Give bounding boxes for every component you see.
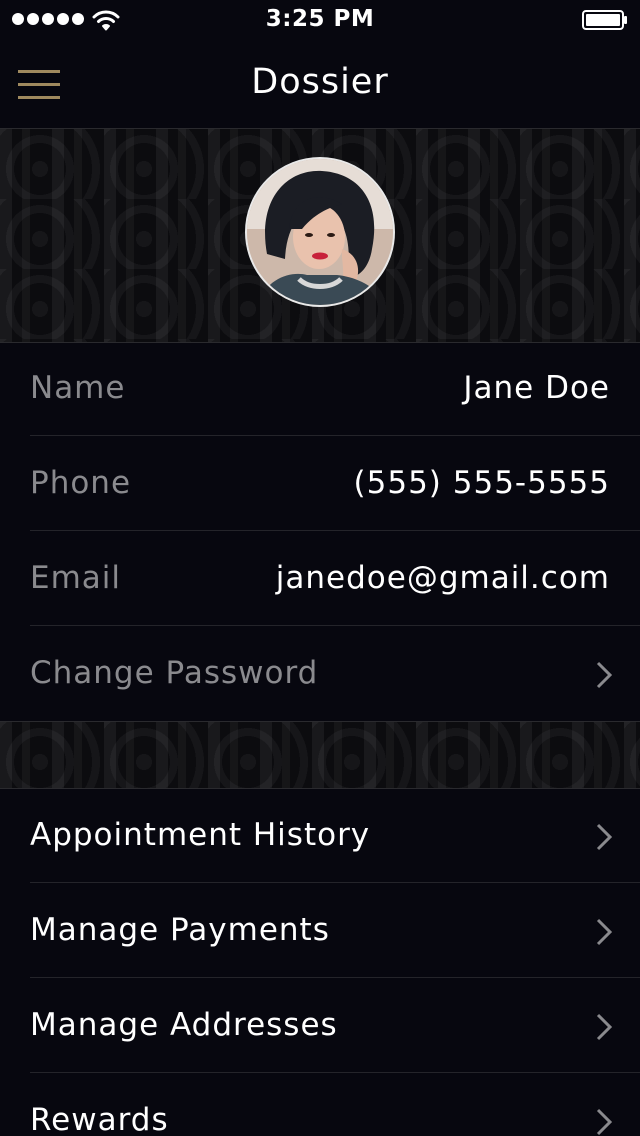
battery-icon bbox=[582, 10, 627, 30]
menu-item-label: Manage Payments bbox=[30, 912, 330, 948]
email-value[interactable]: janedoe@gmail.com bbox=[276, 560, 610, 596]
avatar[interactable] bbox=[245, 157, 395, 307]
phone-label: Phone bbox=[30, 465, 132, 501]
change-password-row[interactable]: Change Password bbox=[30, 627, 640, 721]
divider-pattern-banner bbox=[0, 721, 640, 789]
menu-item-rewards[interactable]: Rewards bbox=[30, 1074, 640, 1136]
page-title: Dossier bbox=[251, 62, 389, 102]
name-label: Name bbox=[30, 370, 126, 406]
profile-row-email: Email janedoe@gmail.com bbox=[30, 532, 640, 626]
profile-row-phone: Phone (555) 555-5555 bbox=[30, 437, 640, 531]
chevron-right-icon bbox=[596, 1013, 612, 1041]
profile-screen: 3:25 PM Dossier Name Jane Doe Phone (555… bbox=[0, 0, 640, 1136]
menu-item-manage-addresses[interactable]: Manage Addresses bbox=[30, 979, 640, 1073]
name-value[interactable]: Jane Doe bbox=[463, 370, 610, 406]
change-password-label: Change Password bbox=[30, 655, 319, 691]
status-time: 3:25 PM bbox=[265, 6, 375, 32]
menu-item-label: Manage Addresses bbox=[30, 1007, 338, 1043]
status-bar: 3:25 PM bbox=[0, 0, 640, 40]
chevron-right-icon bbox=[596, 918, 612, 946]
profile-row-name: Name Jane Doe bbox=[30, 342, 640, 436]
navigation-bar: Dossier bbox=[0, 40, 640, 128]
chevron-right-icon bbox=[596, 661, 612, 689]
phone-value[interactable]: (555) 555-5555 bbox=[354, 465, 610, 501]
email-label: Email bbox=[30, 560, 122, 596]
chevron-right-icon bbox=[596, 823, 612, 851]
menu-item-manage-payments[interactable]: Manage Payments bbox=[30, 884, 640, 978]
menu-item-label: Rewards bbox=[30, 1102, 169, 1136]
menu-item-label: Appointment History bbox=[30, 817, 371, 853]
avatar-photo bbox=[247, 159, 393, 305]
chevron-right-icon bbox=[596, 1108, 612, 1136]
menu-item-appointment-history[interactable]: Appointment History bbox=[30, 789, 640, 883]
